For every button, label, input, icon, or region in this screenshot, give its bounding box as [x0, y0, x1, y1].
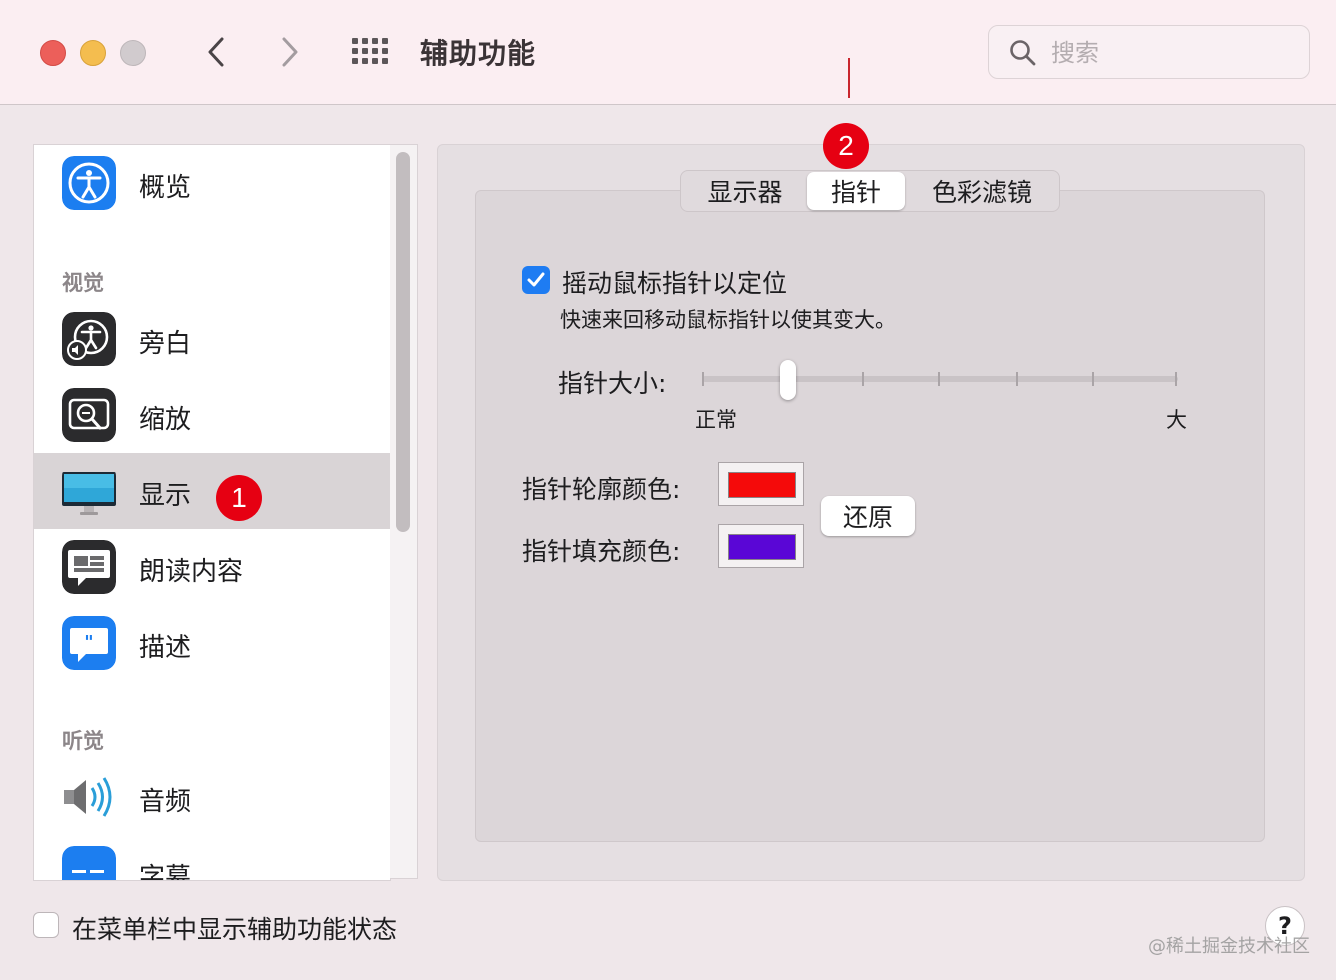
zoom-icon	[62, 388, 116, 442]
section-header-vision: 视觉	[62, 271, 104, 295]
search-field[interactable]	[988, 25, 1310, 79]
show-in-menubar-checkbox[interactable]	[33, 912, 59, 938]
slider-tick	[862, 372, 864, 386]
sidebar-item-label: 概览	[139, 173, 192, 203]
tab-pointer[interactable]: 指针	[807, 172, 905, 210]
display-icon	[62, 472, 116, 515]
pointer-fill-color-label: 指针填充颜色:	[522, 537, 681, 566]
search-icon	[1010, 40, 1036, 66]
descriptions-icon: "	[62, 616, 116, 670]
search-input[interactable]	[1049, 36, 1293, 70]
forward-button[interactable]	[270, 30, 310, 74]
svg-text:": "	[84, 632, 93, 653]
show-all-grid-icon[interactable]	[352, 38, 390, 66]
pointer-size-slider-thumb[interactable]	[779, 360, 796, 400]
accessibility-icon	[62, 156, 116, 210]
checkmark-icon	[527, 272, 545, 287]
tab-bar: 显示器 指针 色彩滤镜	[680, 170, 1060, 212]
annotation-badge-2: 2	[823, 123, 869, 169]
show-in-menubar-label: 在菜单栏中显示辅助功能状态	[72, 915, 398, 944]
shake-to-locate-checkbox[interactable]	[522, 266, 550, 294]
pointer-outline-color-well[interactable]	[718, 462, 804, 506]
pointer-size-max-label: 大	[1166, 408, 1187, 432]
title-bar: 辅助功能	[0, 0, 1336, 105]
sidebar-item-overview[interactable]: 概览	[34, 145, 390, 221]
sidebar-item-voiceover[interactable]: 旁白	[34, 301, 390, 377]
chevron-left-icon	[208, 37, 224, 67]
text-cursor-indicator	[848, 58, 850, 98]
pointer-size-slider[interactable]	[702, 376, 1178, 382]
sidebar-item-zoom[interactable]: 缩放	[34, 377, 390, 453]
back-button[interactable]	[196, 30, 236, 74]
sidebar-list[interactable]: 概览 视觉 旁白 缩放 显示 朗读内容 " 描述 听觉 音频 字幕	[33, 144, 391, 881]
pointer-size-label: 指针大小:	[558, 369, 667, 398]
sidebar-scrollbar-thumb[interactable]	[396, 152, 410, 532]
sidebar-item-captions[interactable]: 字幕	[34, 835, 390, 881]
slider-tick	[938, 372, 940, 386]
sidebar-item-audio[interactable]: 音频	[34, 759, 390, 835]
sidebar-item-label: 字幕	[139, 863, 192, 881]
pointer-outline-color-label: 指针轮廓颜色:	[522, 475, 681, 504]
shake-to-locate-label: 摇动鼠标指针以定位	[562, 269, 788, 298]
sidebar-item-display[interactable]: 显示	[34, 453, 390, 529]
restore-button[interactable]: 还原	[821, 496, 915, 536]
tab-color-filters[interactable]: 色彩滤镜	[907, 172, 1057, 210]
sidebar-item-label: 旁白	[139, 329, 192, 359]
spoken-content-icon	[62, 540, 116, 594]
shake-to-locate-description: 快速来回移动鼠标指针以使其变大。	[560, 308, 896, 332]
section-header-hearing: 听觉	[62, 729, 104, 753]
zoom-window-button[interactable]	[120, 40, 146, 66]
slider-tick	[702, 372, 704, 386]
sidebar-item-label: 音频	[139, 787, 192, 817]
slider-tick	[1092, 372, 1094, 386]
pointer-size-min-label: 正常	[695, 408, 737, 432]
window-title: 辅助功能	[420, 37, 537, 70]
sidebar-item-descriptions[interactable]: " 描述	[34, 605, 390, 681]
voiceover-icon	[62, 312, 116, 366]
annotation-badge-1: 1	[216, 475, 262, 521]
tab-display[interactable]: 显示器	[683, 172, 807, 210]
sidebar-item-label: 缩放	[139, 405, 192, 435]
captions-icon	[62, 846, 116, 880]
minimize-window-button[interactable]	[80, 40, 106, 66]
slider-tick	[1175, 372, 1177, 386]
outline-color-swatch	[728, 472, 796, 498]
pointer-fill-color-well[interactable]	[718, 524, 804, 568]
fill-color-swatch	[728, 534, 796, 560]
sidebar-item-label: 显示	[139, 481, 192, 511]
audio-icon	[64, 777, 112, 817]
chevron-right-icon	[282, 37, 298, 67]
sidebar-item-label: 朗读内容	[139, 557, 244, 587]
sidebar-item-label: 描述	[139, 633, 192, 663]
slider-tick	[1016, 372, 1018, 386]
close-window-button[interactable]	[40, 40, 66, 66]
system-preferences-window: 辅助功能 概览 视觉	[0, 0, 1336, 980]
sidebar-item-spoken-content[interactable]: 朗读内容	[34, 529, 390, 605]
watermark: @稀土掘金技术社区	[1148, 936, 1310, 957]
